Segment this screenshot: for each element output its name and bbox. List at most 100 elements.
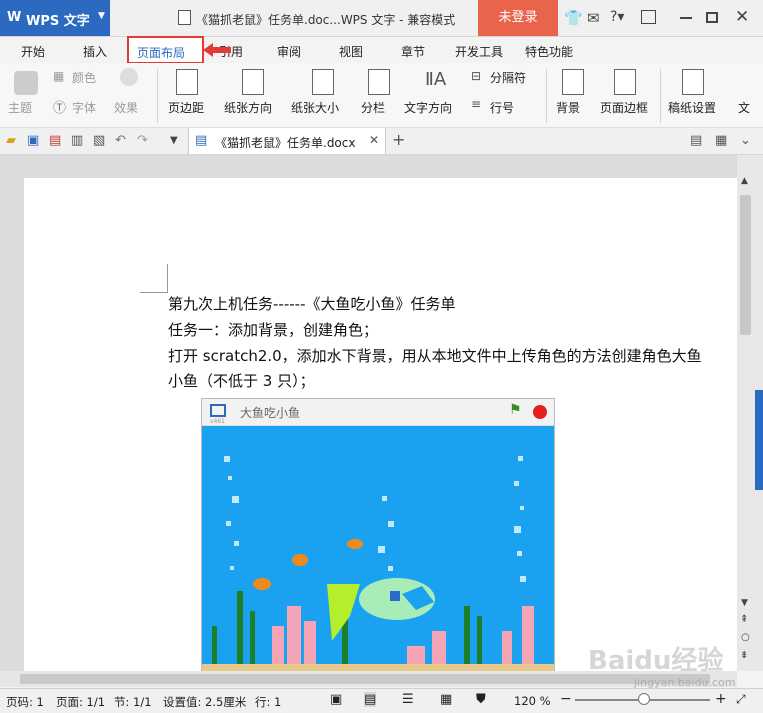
- chat-icon[interactable]: ✉: [587, 9, 600, 27]
- chevron-down-icon[interactable]: ▼: [170, 135, 178, 146]
- web-view-icon[interactable]: ▦: [440, 692, 452, 707]
- word-doc-icon: ▤: [195, 133, 208, 148]
- wps-logo-icon: W: [7, 10, 22, 25]
- tab-review[interactable]: 审阅: [277, 43, 301, 60]
- tab-home[interactable]: 开始: [21, 43, 45, 60]
- next-page-icon[interactable]: ⇟: [740, 650, 748, 661]
- pdf-icon[interactable]: ▤: [49, 133, 61, 148]
- chevron-down-icon[interactable]: ⌄: [740, 133, 751, 148]
- margins-button[interactable]: 页边距: [168, 99, 204, 116]
- color-button[interactable]: 颜色: [72, 69, 96, 86]
- undo-icon[interactable]: ↶: [115, 133, 126, 148]
- stage-title: 大鱼吃小鱼: [240, 406, 301, 420]
- app-name: WPS 文字: [26, 14, 90, 29]
- text-direction-button[interactable]: 文字方向: [404, 99, 452, 116]
- print-preview-icon[interactable]: ▧: [93, 133, 105, 148]
- zoom-out-button[interactable]: −: [560, 691, 572, 707]
- separator: [546, 69, 547, 123]
- shirt-icon[interactable]: 👕: [564, 9, 583, 27]
- scratch-stage-image[interactable]: v461 大鱼吃小鱼 ⚑: [201, 398, 555, 675]
- redo-icon[interactable]: ↷: [137, 133, 148, 148]
- theme-button[interactable]: 主题: [8, 99, 32, 116]
- tab-page-layout[interactable]: 页面布局: [127, 36, 204, 64]
- new-tab-button[interactable]: +: [392, 130, 405, 149]
- tab-page-layout-label: 页面布局: [137, 46, 186, 60]
- minimize-icon[interactable]: [680, 17, 692, 19]
- font-theme-icon: Ⓣ: [53, 101, 67, 116]
- effect-button[interactable]: 效果: [114, 99, 138, 116]
- fullscreen-view-icon[interactable]: ▣: [330, 692, 342, 707]
- theme-icon: [14, 71, 38, 95]
- reading-mode-icon[interactable]: ⛊: [476, 692, 486, 707]
- help-icon[interactable]: ?▾: [610, 9, 624, 25]
- restore-icon[interactable]: [641, 10, 656, 24]
- paper-size-icon: [312, 69, 334, 95]
- tab-developer[interactable]: 开发工具: [455, 43, 503, 60]
- zoom-level[interactable]: 120 %: [514, 694, 551, 708]
- margin-marker: [167, 264, 168, 292]
- save-icon[interactable]: ▣: [27, 133, 39, 148]
- baidu-watermark-url: jingyan.baidu.com: [634, 676, 736, 689]
- maximize-icon[interactable]: [706, 12, 718, 23]
- status-pages: 页面: 1/1: [56, 695, 106, 709]
- status-page: 页码: 1: [6, 695, 44, 709]
- prev-page-icon[interactable]: ⇞: [740, 614, 748, 625]
- tab-view[interactable]: 视图: [339, 43, 363, 60]
- more-button[interactable]: 文: [738, 99, 750, 116]
- browse-object-icon[interactable]: ○: [741, 632, 750, 643]
- doc-heading[interactable]: 第九次上机任务------《大鱼吃小鱼》任务单: [168, 293, 455, 314]
- breaks-button[interactable]: 分隔符: [490, 69, 526, 86]
- color-grid-icon: ▦: [53, 69, 65, 83]
- columns-icon: [368, 69, 390, 95]
- document-tab-label: 《猫抓老鼠》任务单.docx: [215, 136, 356, 150]
- document-tab[interactable]: ▤ 《猫抓老鼠》任务单.docx ✕: [188, 128, 386, 154]
- underwater-scene: [202, 456, 554, 674]
- stop-icon: [533, 405, 547, 419]
- orientation-button[interactable]: 纸张方向: [224, 99, 272, 116]
- columns-button[interactable]: 分栏: [361, 99, 385, 116]
- tab-features[interactable]: 特色功能: [525, 43, 573, 60]
- app-menu-button[interactable]: W WPS 文字 ▼: [0, 0, 110, 36]
- page-border-button[interactable]: 页面边框: [600, 99, 648, 116]
- doc-line[interactable]: 小鱼（不低于 3 只）；: [168, 370, 315, 391]
- version-label: v461: [210, 418, 226, 425]
- close-icon[interactable]: ✕: [735, 7, 749, 27]
- fit-window-icon[interactable]: ⤢: [736, 692, 746, 707]
- doc-list-icon[interactable]: ▦: [715, 133, 727, 148]
- text-direction-icon: ⅡA: [425, 69, 447, 90]
- doc-line[interactable]: 打开 scratch2.0，添加水下背景，用从本地文件中上传角色的方法创建角色大…: [168, 345, 737, 366]
- vertical-scroll-thumb[interactable]: [740, 195, 751, 335]
- paper-size-button[interactable]: 纸张大小: [291, 99, 339, 116]
- close-tab-icon[interactable]: ✕: [369, 133, 379, 147]
- status-setting: 设置值: 2.5厘米: [163, 695, 247, 709]
- window-tile-icon[interactable]: ▤: [690, 133, 702, 148]
- page-view-icon[interactable]: ▤: [364, 692, 377, 707]
- fullscreen-icon: [210, 404, 226, 417]
- side-panel-toggle[interactable]: [755, 390, 763, 490]
- effect-icon: [120, 68, 138, 86]
- print-icon[interactable]: ▥: [71, 133, 83, 148]
- doc-line[interactable]: 任务一：添加背景，创建角色；: [168, 319, 378, 340]
- line-numbers-button[interactable]: 行号: [490, 99, 514, 116]
- scroll-up-icon[interactable]: ▲: [741, 176, 748, 186]
- margins-icon: [176, 69, 198, 95]
- window-title: 《猫抓老鼠》任务单.doc...WPS 文字 - 兼容模式: [196, 13, 456, 27]
- zoom-slider-knob[interactable]: [638, 693, 650, 705]
- open-folder-icon[interactable]: ▰: [6, 133, 16, 148]
- status-section: 节: 1/1: [114, 695, 152, 709]
- grid-settings-button[interactable]: 稿纸设置: [668, 99, 716, 116]
- underwater-backdrop: [202, 426, 554, 674]
- font-button[interactable]: 字体: [72, 99, 96, 116]
- tab-insert[interactable]: 插入: [83, 43, 107, 60]
- scroll-down-icon[interactable]: ▼: [741, 598, 748, 608]
- menu-bar: 开始 插入 引用 审阅 视图 章节 开发工具 特色功能: [0, 37, 763, 63]
- background-button[interactable]: 背景: [556, 99, 580, 116]
- zoom-in-button[interactable]: +: [715, 691, 727, 707]
- ribbon-toolbar: 主题 ▦ 颜色 Ⓣ 字体 效果 页边距 纸张方向 纸张大小 分栏 ⅡA 文字方向…: [0, 63, 763, 128]
- red-arrow-annotation: [203, 43, 231, 57]
- separator: [157, 69, 158, 123]
- green-flag-icon: ⚑: [509, 402, 522, 418]
- tab-section[interactable]: 章节: [401, 43, 425, 60]
- outline-view-icon[interactable]: ☰: [402, 692, 414, 707]
- login-button[interactable]: 未登录: [478, 0, 558, 36]
